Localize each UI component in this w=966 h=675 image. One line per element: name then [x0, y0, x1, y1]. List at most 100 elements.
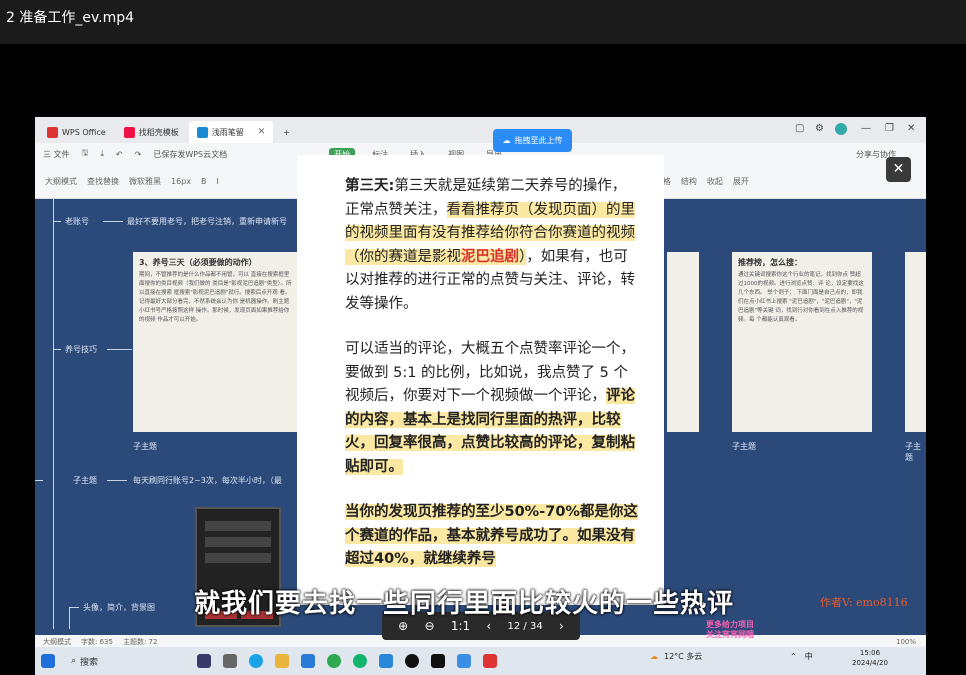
font-size-select[interactable]: 16px [171, 177, 191, 186]
node-card-partial[interactable] [667, 252, 699, 432]
saved-status: 已保存发WPS云文档 [153, 149, 228, 159]
card-title: 推荐榜，怎么搜： [738, 258, 802, 267]
wps-tab-bar: WPS Office 找稻壳模板 浅雨笔留 ✕ + ▢ ⚙ — ❐ ✕ [35, 117, 926, 143]
store-icon[interactable] [379, 654, 393, 668]
paragraph-day-three: 第三天:第三天就是延续第二天养号的操作，正常点赞关注，看看推荐页（发现页面）的里… [345, 175, 638, 316]
mindmap-line [103, 221, 123, 222]
undo-icon[interactable]: ↶ [116, 150, 123, 159]
save-icon[interactable]: 🖫 [82, 147, 89, 161]
collapse-button[interactable]: 收起 [707, 176, 723, 187]
restore-icon[interactable]: ❐ [885, 123, 894, 134]
video-subtitle: 就我们要去找一些同行里面比较火的一些热评 [194, 589, 735, 619]
mindmap-line [53, 221, 61, 222]
node-technique[interactable]: 养号技巧 [65, 344, 97, 355]
author-watermark: 作者V: emo8116 [820, 596, 908, 609]
expand-button[interactable]: 展开 [733, 176, 749, 187]
mindmap-line [69, 607, 70, 629]
chevron-up-icon[interactable]: ⌃ [790, 652, 797, 661]
mindmap-icon [196, 126, 208, 138]
search-label: 搜索 [80, 657, 99, 668]
zoom-out-icon[interactable]: ⊖ [424, 619, 434, 633]
comment-text: 可以适当的评论，大概五个点赞率评论一个，要做到 5:1 的比例，比如说，我点赞了… [345, 341, 635, 404]
tab-label: 浅雨笔留 [211, 127, 244, 137]
node-sub-topic[interactable]: 子主题 [732, 441, 756, 452]
viewer-close-button[interactable]: ✕ [886, 157, 911, 182]
actual-size-button[interactable]: 1:1 [451, 619, 470, 633]
node-old-account[interactable]: 老账号 [65, 216, 89, 227]
close-tab-icon[interactable]: ✕ [258, 127, 266, 137]
mindmap-line [107, 480, 127, 481]
find-replace-button[interactable]: 查找替换 [87, 176, 119, 187]
outline-mode-status[interactable]: 大纲模式 [43, 637, 71, 647]
upload-button[interactable]: ☁ 拖拽至此上传 [493, 129, 572, 152]
clock-date: 2024/4/20 [852, 659, 888, 667]
weather-text[interactable]: 12°C 多云 [664, 651, 702, 662]
input-method[interactable]: 中 [805, 651, 813, 662]
new-tab-button[interactable]: + [275, 121, 298, 143]
node-profile[interactable]: 头像，简介，背景图 [83, 602, 155, 613]
wps-taskbar-icon[interactable] [483, 654, 497, 668]
minimize-icon[interactable]: — [861, 123, 871, 134]
promo-watermark: 更多给力项目 关注宵宵网哦 [706, 620, 754, 639]
file-menu[interactable]: 三 文件 [43, 149, 70, 160]
wps-logo-icon [47, 126, 58, 138]
tab-template[interactable]: 找稻壳模板 [116, 121, 187, 143]
template-icon [123, 126, 135, 138]
redo-icon[interactable]: ↷ [135, 150, 142, 159]
font-select[interactable]: 微软雅黑 [129, 176, 161, 187]
node-count: 主题数: 72 [122, 638, 158, 646]
app-green-icon[interactable] [327, 654, 341, 668]
weather-icon: ☁ [650, 652, 658, 661]
node-old-account-note[interactable]: 最好不要用老号，把老号注销，重新申请新号 [127, 216, 287, 227]
upload-label: 拖拽至此上传 [514, 136, 563, 145]
capcut-icon[interactable] [431, 654, 445, 668]
mindmap-line [53, 349, 61, 350]
node-card-raise-account[interactable]: 3、养号三天（必须要做的动作） 期间，不管推荐的是什么作品都不用管，可以 直接在… [133, 252, 298, 432]
outline-mode-button[interactable]: 大纲模式 [45, 176, 77, 187]
card-text: 通过关键词搜索你这个行业的笔记，找到你点 赞超过1000的视频。进行浏览点赞、评… [738, 272, 864, 323]
tab-wps-office[interactable]: WPS Office [39, 121, 114, 143]
structure-button[interactable]: 结构 [681, 176, 697, 187]
mindmap-line [53, 199, 54, 629]
qq-icon[interactable] [405, 654, 419, 668]
zoom-level[interactable]: 100% [896, 638, 916, 646]
export-icon[interactable]: ⤓ [100, 149, 104, 159]
mindmap-line [107, 349, 132, 350]
edge-icon[interactable] [249, 654, 263, 668]
node-sub-topic[interactable]: 子主题 [905, 441, 926, 463]
paragraph-comment: 可以适当的评论，大概五个点赞率评论一个，要做到 5:1 的比例，比如说，我点赞了… [345, 338, 638, 479]
node-sub-topic[interactable]: 子主题 [73, 475, 97, 486]
day-three-lead: 第三天: [345, 178, 395, 194]
avatar[interactable] [835, 123, 847, 135]
node-daily-note[interactable]: 每天刷同行账号2~3次，每次半小时，（最 [133, 475, 282, 486]
cloud-icon[interactable] [457, 654, 471, 668]
image-viewer: 第三天:第三天就是延续第二天养号的操作，正常点赞关注，看看推荐页（发现页面）的里… [297, 155, 664, 605]
start-icon[interactable] [41, 654, 55, 668]
node-card-search[interactable]: 推荐榜，怎么搜： 通过关键词搜索你这个行业的笔记，找到你点 赞超过1000的视频… [732, 252, 872, 432]
card-title: 3、养号三天（必须要做的动作） [139, 258, 257, 267]
task-view-icon[interactable] [223, 654, 237, 668]
clock[interactable]: 15:06 2024/4/20 [852, 648, 888, 668]
search-icon: ⌕ [71, 656, 77, 666]
file-explorer-icon[interactable] [275, 654, 289, 668]
prev-page-button[interactable]: ‹ [486, 619, 491, 633]
settings-icon[interactable]: ⚙ [815, 123, 824, 134]
window-icon[interactable]: ▢ [795, 123, 804, 134]
next-page-button[interactable]: › [559, 619, 564, 633]
player-title: 2 准备工作_ev.mp4 [0, 0, 966, 44]
zoom-in-icon[interactable]: ⊕ [398, 619, 408, 633]
wechat-icon[interactable] [353, 654, 367, 668]
tab-mindmap[interactable]: 浅雨笔留 ✕ [188, 121, 274, 143]
day-three-keyword: 泥巴追剧 [461, 248, 519, 265]
node-card-partial[interactable] [905, 252, 926, 432]
word-count: 字数: 635 [81, 638, 113, 646]
taskbar-search[interactable]: ⌕ 搜索 [71, 655, 191, 668]
tray-icons: ⌃ 中 [790, 651, 813, 662]
italic-button[interactable]: I [217, 177, 219, 186]
bold-button[interactable]: B [201, 177, 207, 186]
widget-icon[interactable] [197, 654, 211, 668]
node-sub-topic[interactable]: 子主题 [133, 441, 157, 452]
card-text: 期间，不管推荐的是什么作品都不用管，可以 直接在搜索框里面搜你的类目视频（我们做… [139, 272, 292, 323]
close-window-icon[interactable]: ✕ [907, 123, 915, 134]
mail-icon[interactable] [301, 654, 315, 668]
